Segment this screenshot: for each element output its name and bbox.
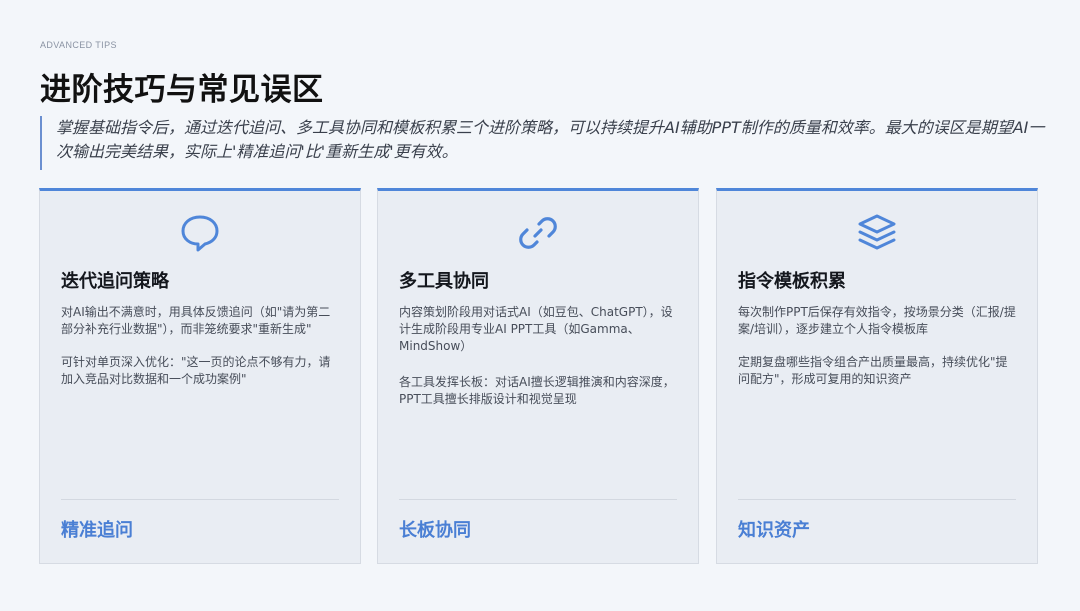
card-row: 迭代追问策略 对AI输出不满意时，用具体反馈追问（如"请为第二部分补充行业数据"… [39,188,1039,564]
card-tag: 精准追问 [61,520,133,541]
card-multitool: 多工具协同 内容策划阶段用对话式AI（如豆包、ChatGPT），设计生成阶段用专… [377,188,699,564]
card-iteration: 迭代追问策略 对AI输出不满意时，用具体反馈追问（如"请为第二部分补充行业数据"… [39,188,361,564]
lead-paragraph: 掌握基础指令后，通过迭代追问、多工具协同和模板积累三个进阶策略，可以持续提升AI… [40,116,1050,170]
card-divider [738,499,1016,500]
card-title: 多工具协同 [399,271,489,292]
card-tag: 长板协同 [399,520,471,541]
link-icon [378,211,698,255]
card-paragraph: 各工具发挥长板：对话AI擅长逻辑推演和内容深度，PPT工具擅长排版设计和视觉呈现 [399,375,675,406]
chat-bubble-icon [40,211,360,255]
section-kicker: ADVANCED TIPS [40,40,117,50]
card-paragraph: 定期复盘哪些指令组合产出质量最高，持续优化"提问配方"，形成可复用的知识资产 [738,355,1008,386]
layers-icon [717,211,1037,255]
card-templates: 指令模板积累 每次制作PPT后保存有效指令，按场景分类（汇报/提案/培训），逐步… [716,188,1038,564]
card-paragraph: 可针对单页深入优化："这一页的论点不够有力，请加入竞品对比数据和一个成功案例" [61,355,331,386]
card-divider [61,499,339,500]
card-paragraph: 每次制作PPT后保存有效指令，按场景分类（汇报/提案/培训），逐步建立个人指令模… [738,305,1016,336]
card-title: 指令模板积累 [738,271,846,292]
card-title: 迭代追问策略 [61,271,169,292]
slide: ADVANCED TIPS 进阶技巧与常见误区 掌握基础指令后，通过迭代追问、多… [0,0,1080,611]
card-divider [399,499,677,500]
card-tag: 知识资产 [738,520,810,541]
card-paragraph: 内容策划阶段用对话式AI（如豆包、ChatGPT），设计生成阶段用专业AI PP… [399,305,673,353]
page-title: 进阶技巧与常见误区 [40,72,324,108]
card-paragraph: 对AI输出不满意时，用具体反馈追问（如"请为第二部分补充行业数据"），而非笼统要… [61,305,331,336]
